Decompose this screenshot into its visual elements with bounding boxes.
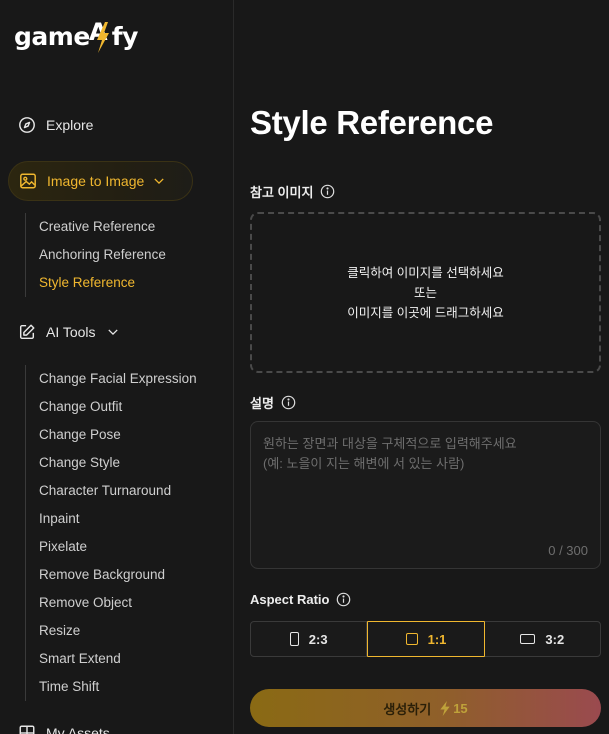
sidebar-item-explore[interactable]: Explore <box>18 116 93 134</box>
aspect-ratio-option-label: 1:1 <box>427 631 447 647</box>
landscape-rect-icon <box>520 634 536 644</box>
submenu-item-pixelate[interactable]: Pixelate <box>26 533 197 561</box>
sidebar-item-my-assets[interactable]: My Assets <box>18 724 110 734</box>
submenu-item-change-facial-expression[interactable]: Change Facial Expression <box>26 365 197 393</box>
aspect-ratio-option-2-3[interactable]: 2:3 <box>251 622 368 656</box>
page-title: Style Reference <box>250 104 494 141</box>
compass-icon <box>19 117 35 133</box>
logo-suffix: fy <box>111 21 139 51</box>
submenu-item-creative-reference[interactable]: Creative Reference <box>26 213 166 241</box>
description-label-text: 설명 <box>250 396 274 411</box>
portrait-rect-icon <box>289 632 299 646</box>
dropzone-line-or: 또는 <box>413 285 437 300</box>
aspect-ratio-option-1-1[interactable]: 1:1 <box>367 621 485 657</box>
sidebar-item-image-to-image[interactable]: Image to Image <box>8 161 193 201</box>
sidebar-item-label: Image to Image <box>47 173 145 189</box>
generate-button-label: 생성하기 <box>383 701 432 717</box>
submenu-item-remove-background[interactable]: Remove Background <box>26 561 197 589</box>
generate-cost-value: 15 <box>453 700 468 716</box>
aspect-ratio-option-3-2[interactable]: 3:2 <box>485 622 600 656</box>
sidebar-item-label: Explore <box>46 117 94 133</box>
submenu-item-anchoring-reference[interactable]: Anchoring Reference <box>26 241 166 269</box>
submenu-item-change-pose[interactable]: Change Pose <box>26 421 197 449</box>
logo[interactable]: game A fy <box>14 14 138 58</box>
info-icon[interactable] <box>336 592 351 607</box>
submenu-item-character-turnaround[interactable]: Character Turnaround <box>26 477 197 505</box>
sidebar-item-label: AI Tools <box>46 324 96 340</box>
generate-cost: 15 <box>439 700 468 716</box>
image-to-image-submenu: Creative Reference Anchoring Reference S… <box>25 213 166 297</box>
dropzone-line-drag: 이미지를 이곳에 드래그하세요 <box>347 305 504 320</box>
submenu-item-resize[interactable]: Resize <box>26 617 197 645</box>
sidebar: game A fy Explore Image to Image Creativ… <box>0 0 234 734</box>
ai-tools-submenu: Change Facial Expression Change Outfit C… <box>25 365 197 701</box>
generate-button[interactable]: 생성하기 15 <box>250 689 601 727</box>
info-icon[interactable] <box>281 395 296 410</box>
aspect-ratio-label: Aspect Ratio <box>250 592 351 607</box>
reference-image-label-text: 참고 이미지 <box>250 185 314 200</box>
submenu-item-remove-object[interactable]: Remove Object <box>26 589 197 617</box>
reference-image-label: 참고 이미지 <box>250 182 335 201</box>
submenu-item-inpaint[interactable]: Inpaint <box>26 505 197 533</box>
logo-text: game A fy <box>14 18 138 54</box>
submenu-item-change-outfit[interactable]: Change Outfit <box>26 393 197 421</box>
reference-image-dropzone[interactable]: 클릭하여 이미지를 선택하세요 또는 이미지를 이곳에 드래그하세요 <box>250 212 601 373</box>
dropzone-line-click: 클릭하여 이미지를 선택하세요 <box>347 265 504 280</box>
submenu-item-style-reference[interactable]: Style Reference <box>26 269 166 297</box>
square-icon <box>405 633 418 645</box>
aspect-ratio-option-label: 3:2 <box>545 631 565 647</box>
aspect-ratio-selector: 2:3 1:1 3:2 <box>250 621 601 657</box>
aspect-ratio-option-label: 2:3 <box>308 631 328 647</box>
submenu-item-change-style[interactable]: Change Style <box>26 449 197 477</box>
sidebar-item-label: My Assets <box>46 725 110 734</box>
info-icon[interactable] <box>320 184 335 199</box>
chevron-down-icon[interactable] <box>152 174 166 188</box>
description-char-counter: 0 / 300 <box>548 543 588 558</box>
logo-prefix: game <box>14 21 90 51</box>
submenu-item-smart-extend[interactable]: Smart Extend <box>26 645 197 673</box>
logo-ai-bolt-icon: A <box>89 18 109 53</box>
lightning-icon <box>440 700 450 716</box>
sidebar-item-ai-tools[interactable]: AI Tools <box>18 323 120 341</box>
grid-icon <box>19 725 35 734</box>
edit-icon <box>19 324 35 340</box>
submenu-item-time-shift[interactable]: Time Shift <box>26 673 197 701</box>
image-icon <box>20 173 36 189</box>
chevron-down-icon[interactable] <box>106 325 120 339</box>
description-label: 설명 <box>250 393 296 412</box>
aspect-ratio-label-text: Aspect Ratio <box>250 592 330 607</box>
description-box: 0 / 300 <box>250 421 601 569</box>
